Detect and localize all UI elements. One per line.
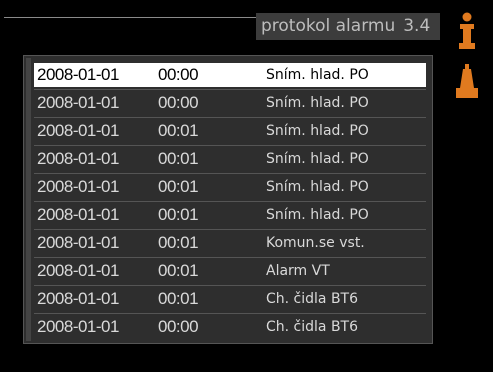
menu-number: 3.4 xyxy=(403,16,431,36)
alarm-date: 2008-01-01 xyxy=(37,205,119,224)
alarm-time: 00:00 xyxy=(158,93,199,112)
menu-title: protokol alarmu 3.4 xyxy=(256,13,440,40)
row-divider xyxy=(34,201,426,202)
row-divider xyxy=(34,257,426,258)
alarm-description: Ch. čidla BT6 xyxy=(266,291,359,307)
alarm-log-row[interactable]: 2008-01-01 00:01 Sním. hlad. PO xyxy=(34,119,426,143)
row-divider xyxy=(34,313,426,314)
alarm-date: 2008-01-01 xyxy=(37,233,119,252)
alarm-description: Ch. čidla BT6 xyxy=(266,319,359,335)
alarm-time: 00:01 xyxy=(158,261,199,280)
alarm-log-row[interactable]: 2008-01-01 00:00 Sním. hlad. PO xyxy=(34,91,426,115)
info-icon[interactable] xyxy=(458,12,476,50)
alarm-lamp-icon xyxy=(456,64,478,98)
alarm-description: Sním. hlad. PO xyxy=(266,67,369,83)
alarm-description: Alarm VT xyxy=(266,263,330,279)
alarm-date: 2008-01-01 xyxy=(37,261,119,280)
controller-display: protokol alarmu 3.4 2008-01-01 00:00 Sním. … xyxy=(0,0,493,372)
alarm-description: Sním. hlad. PO xyxy=(266,179,369,195)
alarm-date: 2008-01-01 xyxy=(37,121,119,140)
row-divider xyxy=(34,285,426,286)
row-divider xyxy=(34,229,426,230)
alarm-description: Sním. hlad. PO xyxy=(266,123,369,139)
alarm-log-row[interactable]: 2008-01-01 00:01 Sním. hlad. PO xyxy=(34,147,426,171)
alarm-log-row[interactable]: 2008-01-01 00:00 Ch. čidla BT6 xyxy=(34,315,426,339)
alarm-log-row[interactable]: 2008-01-01 00:01 Komun.se vst. xyxy=(34,231,426,255)
alarm-description: Sním. hlad. PO xyxy=(266,95,369,111)
alarm-date: 2008-01-01 xyxy=(37,149,119,168)
alarm-date: 2008-01-01 xyxy=(37,93,119,112)
alarm-time: 00:01 xyxy=(158,205,199,224)
alarm-time: 00:01 xyxy=(158,149,199,168)
alarm-description: Komun.se vst. xyxy=(266,235,365,251)
alarm-description: Sním. hlad. PO xyxy=(266,151,369,167)
alarm-date: 2008-01-01 xyxy=(37,317,119,336)
alarm-log-row[interactable]: 2008-01-01 00:01 Sním. hlad. PO xyxy=(34,203,426,227)
header-divider xyxy=(4,17,256,18)
row-divider xyxy=(34,173,426,174)
alarm-log-row[interactable]: 2008-01-01 00:01 Sním. hlad. PO xyxy=(34,175,426,199)
alarm-description: Sním. hlad. PO xyxy=(266,207,369,223)
alarm-time: 00:01 xyxy=(158,121,199,140)
alarm-time: 00:01 xyxy=(158,289,199,308)
alarm-date: 2008-01-01 xyxy=(37,289,119,308)
alarm-date: 2008-01-01 xyxy=(37,177,119,196)
alarm-time: 00:01 xyxy=(158,233,199,252)
alarm-time: 00:00 xyxy=(158,65,199,84)
list-scrollbar[interactable] xyxy=(26,58,31,341)
alarm-log-row[interactable]: 2008-01-01 00:00 Sním. hlad. PO xyxy=(34,63,426,87)
row-divider xyxy=(34,117,426,118)
alarm-log-row[interactable]: 2008-01-01 00:01 Alarm VT xyxy=(34,259,426,283)
alarm-date: 2008-01-01 xyxy=(37,65,119,84)
row-divider xyxy=(34,145,426,146)
menu-title-text: protokol alarmu xyxy=(261,16,396,36)
alarm-time: 00:01 xyxy=(158,177,199,196)
row-divider xyxy=(34,89,426,90)
alarm-log-row[interactable]: 2008-01-01 00:01 Ch. čidla BT6 xyxy=(34,287,426,311)
alarm-time: 00:00 xyxy=(158,317,199,336)
